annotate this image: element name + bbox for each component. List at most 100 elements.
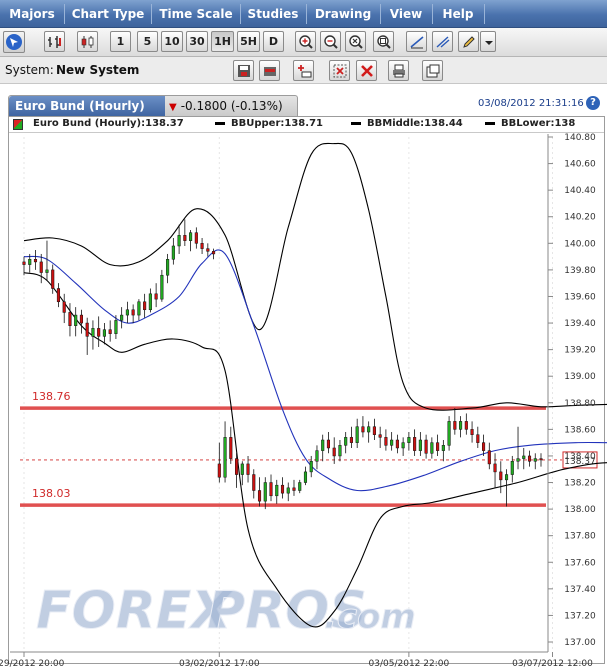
candle bbox=[51, 264, 55, 294]
candle-body bbox=[137, 301, 141, 316]
candle bbox=[303, 466, 308, 486]
y-tick-label: 139.80 bbox=[564, 266, 596, 276]
candle bbox=[476, 426, 480, 448]
y-tick-label: 137.00 bbox=[564, 638, 596, 648]
candle bbox=[148, 288, 152, 313]
candle-body bbox=[344, 437, 348, 446]
candle-body bbox=[114, 320, 118, 334]
candle bbox=[252, 469, 256, 499]
candle-body bbox=[504, 474, 509, 481]
candle bbox=[292, 479, 296, 496]
candle bbox=[436, 434, 440, 456]
candle bbox=[108, 320, 112, 342]
candle-body bbox=[401, 442, 405, 449]
candle bbox=[395, 434, 399, 454]
candle bbox=[349, 426, 353, 448]
candle-body bbox=[229, 437, 233, 459]
candle-body bbox=[102, 329, 106, 337]
candle bbox=[102, 323, 106, 345]
y-tick-label: 137.60 bbox=[564, 558, 596, 568]
candle bbox=[120, 307, 124, 329]
candle-body bbox=[263, 482, 267, 502]
candle-body bbox=[292, 487, 296, 491]
y-tick-label: 137.40 bbox=[564, 585, 596, 595]
candle bbox=[516, 426, 520, 470]
y-tick-label: 138.80 bbox=[564, 399, 596, 409]
candle-body bbox=[298, 482, 302, 491]
candle bbox=[200, 238, 204, 254]
candle-body bbox=[56, 288, 61, 303]
candle bbox=[257, 477, 262, 507]
candle bbox=[367, 421, 371, 443]
candle-body bbox=[395, 439, 399, 449]
candle bbox=[430, 437, 434, 459]
candle-body bbox=[74, 314, 78, 326]
candle-body bbox=[349, 437, 353, 443]
candle bbox=[154, 283, 158, 308]
candle-body bbox=[384, 437, 388, 446]
candle-body bbox=[482, 442, 486, 451]
candle bbox=[97, 316, 101, 347]
candle-body bbox=[453, 421, 457, 430]
candle bbox=[470, 421, 474, 443]
horizontal-line-label: 138.76 bbox=[32, 390, 71, 403]
candle bbox=[234, 453, 239, 488]
candle bbox=[39, 253, 43, 284]
y-tick-label: 140.80 bbox=[564, 133, 596, 143]
candle bbox=[487, 442, 491, 470]
x-tick-label: 02/29/2012 20:00 bbox=[0, 659, 65, 668]
candle-body bbox=[68, 312, 72, 326]
candle bbox=[33, 249, 38, 270]
candle-body bbox=[212, 251, 216, 255]
candle-body bbox=[177, 235, 181, 247]
candle-body bbox=[378, 434, 382, 438]
y-tick-label: 139.00 bbox=[564, 372, 596, 382]
candle-body bbox=[143, 301, 147, 311]
candle-body bbox=[189, 232, 193, 241]
watermark-brand-a: FOREX bbox=[36, 581, 234, 641]
candle-body bbox=[522, 455, 526, 459]
candle-body bbox=[183, 235, 187, 241]
price-chart[interactable]: FOREX PROS .com 138.76138.03138.37 140.8… bbox=[0, 0, 607, 668]
candle-body bbox=[51, 269, 55, 289]
candle-body bbox=[120, 314, 124, 321]
candle-body bbox=[372, 426, 376, 435]
candle bbox=[407, 432, 411, 451]
candle-body bbox=[493, 463, 497, 473]
candle-body bbox=[539, 458, 543, 461]
candle bbox=[177, 224, 181, 254]
candle-body bbox=[407, 437, 411, 443]
candle-body bbox=[148, 293, 152, 311]
y-tick-label: 137.20 bbox=[564, 611, 596, 621]
candle-body bbox=[28, 259, 32, 265]
candle-body bbox=[418, 439, 422, 451]
x-tick-label: 03/02/2012 17:00 bbox=[179, 659, 260, 668]
watermark-suffix: .com bbox=[324, 597, 416, 637]
candle bbox=[45, 240, 49, 281]
candle bbox=[522, 447, 526, 470]
candle bbox=[298, 479, 302, 494]
candle bbox=[447, 416, 451, 451]
candle-body bbox=[91, 328, 95, 337]
candle-body bbox=[533, 458, 537, 462]
y-tick-label: 140.20 bbox=[564, 213, 596, 223]
candle bbox=[91, 320, 95, 350]
candle bbox=[56, 283, 61, 308]
bb-upper-line bbox=[23, 142, 607, 411]
candle bbox=[206, 243, 210, 257]
candle-body bbox=[62, 301, 66, 313]
candle-body bbox=[171, 245, 175, 260]
candle-body bbox=[85, 322, 89, 337]
candle bbox=[384, 429, 388, 451]
candle-body bbox=[240, 463, 244, 475]
candle-body bbox=[257, 490, 262, 502]
candle bbox=[171, 238, 175, 265]
y-tick-label: 138.40 bbox=[564, 452, 596, 462]
y-tick-label: 139.40 bbox=[564, 319, 596, 329]
y-tick-label: 140.00 bbox=[564, 239, 596, 249]
candle-body bbox=[223, 437, 227, 478]
candle bbox=[309, 455, 313, 478]
y-tick-label: 139.60 bbox=[564, 292, 596, 302]
candle bbox=[212, 248, 216, 260]
candle-body bbox=[470, 429, 474, 435]
